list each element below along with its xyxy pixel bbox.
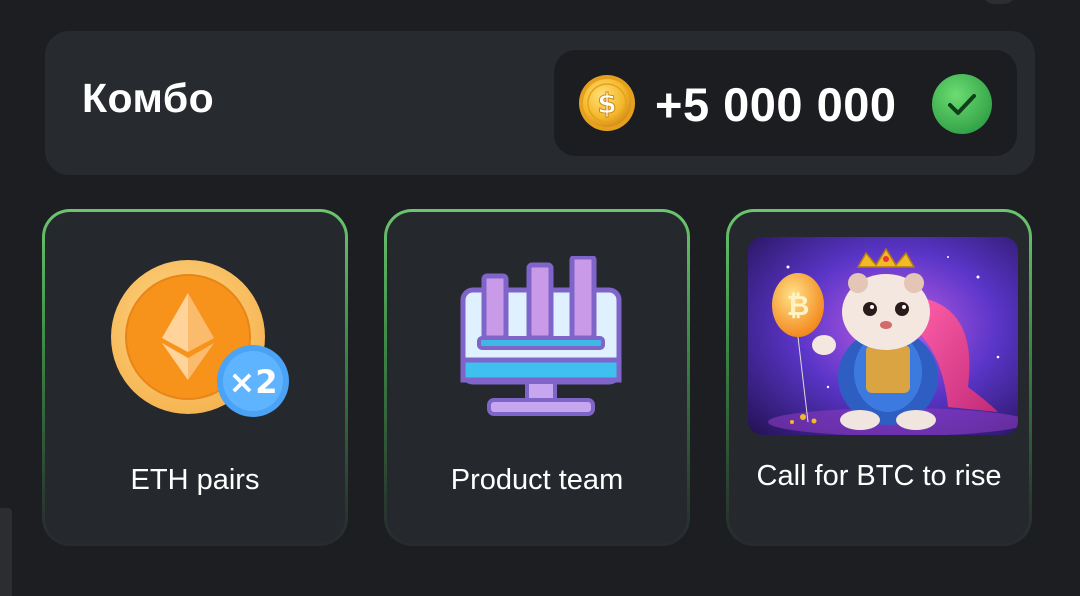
combo-screen: Комбо $ +5 000 000 ×2 ETH pairs Product …	[0, 0, 1080, 596]
combo-header: Комбо $ +5 000 000	[45, 31, 1035, 175]
combo-card-eth-pairs[interactable]: ×2 ETH pairs	[42, 209, 348, 546]
monitor-chart-icon	[460, 256, 622, 416]
hamster-bitcoin-balloon-image: ₿	[748, 237, 1018, 435]
combo-title: Комбо	[82, 75, 215, 121]
svg-text:$: $	[597, 87, 616, 120]
card-label: Product team	[450, 464, 624, 496]
combo-card-product-team[interactable]: Product team	[384, 209, 690, 546]
reward-amount: +5 000 000	[655, 78, 897, 131]
ethereum-x2-icon: ×2	[111, 260, 289, 417]
dollar-coin-icon: $	[579, 75, 635, 131]
combo-card-call-for-btc[interactable]: ₿ Call for BTC to rise	[726, 209, 1032, 546]
checkmark-circle-icon	[932, 74, 992, 134]
left-edge-tab	[0, 508, 12, 596]
card-label: Call for BTC to rise	[756, 460, 1002, 492]
svg-text:₿: ₿	[787, 289, 810, 322]
svg-text:×2: ×2	[228, 363, 277, 401]
card-label: ETH pairs	[130, 464, 260, 496]
top-edge-button	[982, 0, 1016, 4]
combo-reward: $ +5 000 000	[554, 50, 1017, 156]
